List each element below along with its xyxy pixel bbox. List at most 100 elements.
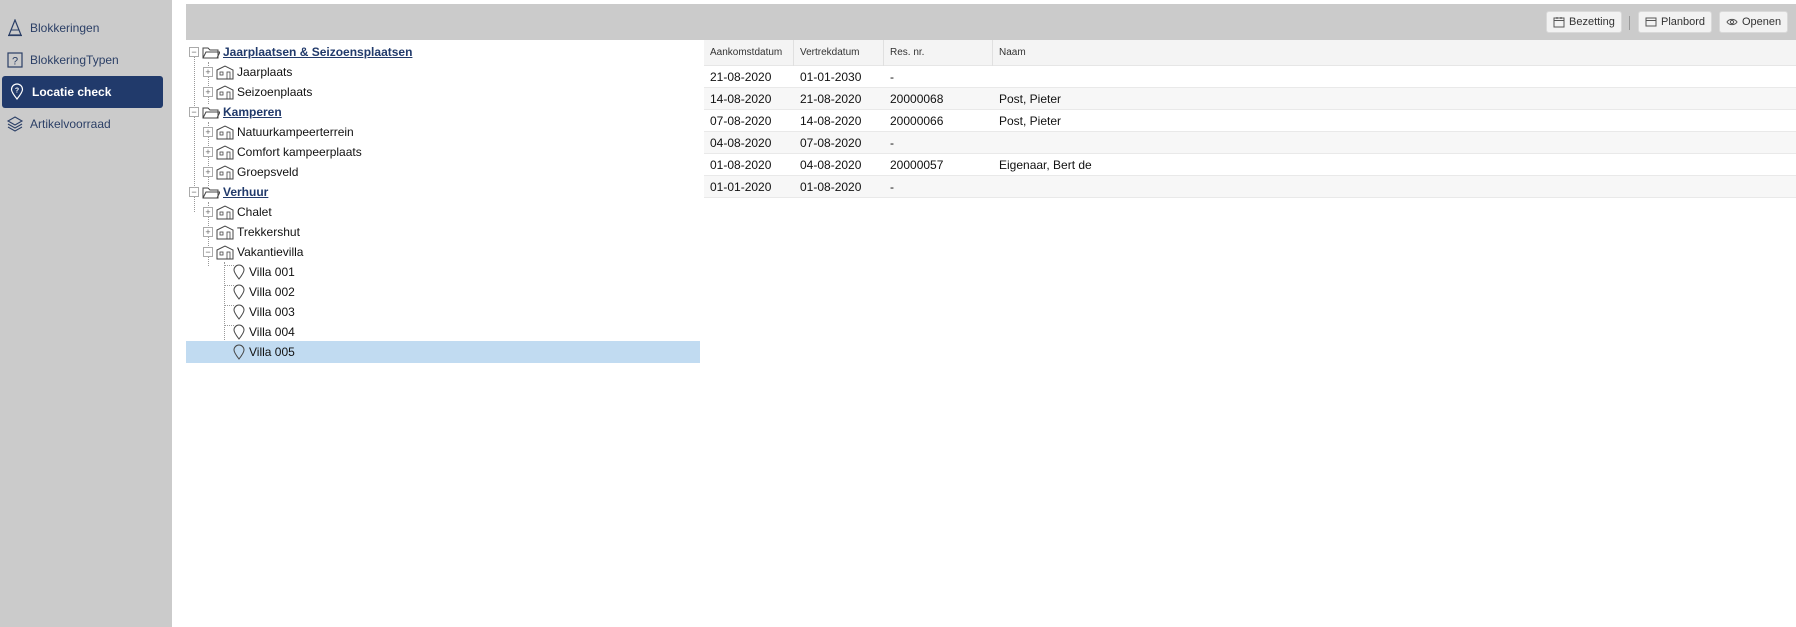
table-cell: 01-01-2030: [800, 70, 862, 84]
table-cell: [993, 176, 999, 198]
tree-node[interactable]: + Chalet: [203, 201, 272, 223]
tree-group[interactable]: − Verhuur: [189, 181, 268, 203]
table-row[interactable]: 21-08-2020 01-01-2030 -: [704, 66, 1796, 88]
sidebar: Blokkeringen ? BlokkeringTypen ? Locatie…: [0, 0, 172, 627]
bezetting-button[interactable]: Bezetting: [1546, 11, 1622, 33]
expand-toggle[interactable]: +: [203, 167, 213, 177]
column-header-naam[interactable]: Naam: [993, 40, 1796, 66]
question-box-icon: ?: [6, 51, 24, 69]
tree-node-label: Seizoenplaats: [237, 85, 313, 99]
tree-group-label[interactable]: Jaarplaatsen & Seizoensplaatsen: [223, 45, 412, 59]
tree-node[interactable]: + Jaarplaats: [203, 61, 292, 83]
table-cell: 20000057: [890, 158, 944, 172]
tree-group[interactable]: − Jaarplaatsen & Seizoensplaatsen: [189, 41, 412, 63]
tree-leaf-label: Villa 001: [249, 265, 295, 279]
expand-toggle[interactable]: +: [203, 127, 213, 137]
collapse-toggle[interactable]: −: [203, 247, 213, 257]
tree-leaf[interactable]: Villa 004: [232, 321, 295, 343]
sidebar-item-label: Artikelvoorraad: [30, 117, 111, 131]
tree-group[interactable]: − Kamperen: [189, 101, 282, 123]
location-pin-icon: [232, 284, 246, 300]
table-cell: 07-08-2020: [710, 114, 772, 128]
app-root: Blokkeringen ? BlokkeringTypen ? Locatie…: [0, 0, 1796, 627]
sidebar-item-label: Blokkeringen: [30, 21, 100, 35]
cone-icon: [6, 19, 24, 37]
table-cell: 20000066: [890, 114, 944, 128]
location-pin-icon: ?: [8, 83, 26, 101]
bezetting-label: Bezetting: [1569, 16, 1615, 28]
tree-leaf-selected[interactable]: Villa 005: [186, 341, 700, 363]
expand-toggle[interactable]: +: [203, 87, 213, 97]
column-header-res-nr[interactable]: Res. nr.: [884, 40, 993, 66]
svg-text:?: ?: [12, 56, 18, 68]
tree-leaf[interactable]: Villa 002: [232, 281, 295, 303]
sidebar-item-locatie-check[interactable]: ? Locatie check: [2, 76, 163, 108]
tree-node[interactable]: + Trekkershut: [203, 221, 300, 243]
building-icon: [216, 164, 234, 180]
tree-leaf[interactable]: Villa 003: [232, 301, 295, 323]
sidebar-item-artikelvoorraad[interactable]: Artikelvoorraad: [0, 108, 163, 140]
building-icon: [216, 64, 234, 80]
building-icon: [216, 84, 234, 100]
expand-toggle[interactable]: +: [203, 207, 213, 217]
table-cell: 21-08-2020: [800, 92, 862, 106]
table-body: 21-08-2020 01-01-2030 - 14-08-2020 21-08-202…: [704, 66, 1796, 198]
table-row[interactable]: 01-08-2020 04-08-2020 20000057 Eigenaar, Be…: [704, 154, 1796, 176]
location-pin-icon: [232, 344, 246, 360]
toolbar: Bezetting Planbord Openen: [186, 4, 1796, 40]
tree-node[interactable]: + Seizoenplaats: [203, 81, 312, 103]
collapse-toggle[interactable]: −: [189, 47, 199, 57]
table-row[interactable]: 01-01-2020 01-08-2020 -: [704, 176, 1796, 198]
building-icon: [216, 224, 234, 240]
tree-node-label: Jaarplaats: [237, 65, 293, 79]
table-cell: [993, 132, 999, 154]
planbord-button[interactable]: Planbord: [1638, 11, 1713, 33]
table-row[interactable]: 07-08-2020 14-08-2020 20000066 Post, Pieter: [704, 110, 1796, 132]
collapse-toggle[interactable]: −: [189, 107, 199, 117]
table-cell: 01-08-2020: [800, 180, 862, 194]
table-cell: -: [890, 70, 894, 84]
column-header-vertrekdatum[interactable]: Vertrekdatum: [794, 40, 884, 66]
calendar-icon: [1553, 17, 1565, 28]
table-cell: Post, Pieter: [999, 92, 1062, 106]
table-cell: Post, Pieter: [999, 114, 1062, 128]
openen-button[interactable]: Openen: [1719, 11, 1789, 33]
expand-toggle[interactable]: +: [203, 227, 213, 237]
table-cell: 01-01-2020: [710, 180, 772, 194]
table-cell: 14-08-2020: [710, 92, 772, 106]
building-icon: [216, 204, 234, 220]
tree-node[interactable]: − Vakantievilla: [203, 241, 303, 263]
column-header-aankomstdatum[interactable]: Aankomstdatum: [704, 40, 794, 66]
folder-open-icon: [202, 104, 220, 120]
tree-node-label: Trekkershut: [237, 225, 300, 239]
expand-toggle[interactable]: +: [203, 147, 213, 157]
board-icon: [1645, 17, 1657, 27]
location-pin-icon: [232, 264, 246, 280]
svg-text:?: ?: [15, 88, 19, 95]
expand-toggle[interactable]: +: [203, 67, 213, 77]
tree-leaf[interactable]: Villa 001: [232, 261, 295, 283]
tree-leaf-label: Villa 003: [249, 305, 295, 319]
tree-node[interactable]: + Natuurkampeerterrein: [203, 121, 354, 143]
eye-icon: [1726, 18, 1738, 26]
sidebar-item-blokkeringen[interactable]: Blokkeringen: [0, 12, 163, 44]
tree-group-label[interactable]: Verhuur: [223, 185, 268, 199]
table-cell: 20000068: [890, 92, 944, 106]
tree-node[interactable]: + Groepsveld: [203, 161, 298, 183]
reservations-table: Aankomstdatum Vertrekdatum Res. nr. Naam…: [704, 40, 1796, 198]
sidebar-item-blokkeringtypen[interactable]: ? BlokkeringTypen: [0, 44, 163, 76]
tree-node[interactable]: + Comfort kampeerplaats: [203, 141, 362, 163]
tree-node-label: Natuurkampeerterrein: [237, 125, 354, 139]
table-row[interactable]: 14-08-2020 21-08-2020 20000068 Post, Pieter: [704, 88, 1796, 110]
toolbar-divider: [1629, 16, 1630, 30]
tree-node-label: Vakantievilla: [237, 245, 304, 259]
building-icon: [216, 124, 234, 140]
building-icon: [216, 244, 234, 260]
tree-node-label: Chalet: [237, 205, 272, 219]
tree-group-label[interactable]: Kamperen: [223, 105, 282, 119]
table-cell: -: [890, 180, 894, 194]
table-row[interactable]: 04-08-2020 07-08-2020 -: [704, 132, 1796, 154]
collapse-toggle[interactable]: −: [189, 187, 199, 197]
openen-label: Openen: [1742, 16, 1782, 28]
table-header: Aankomstdatum Vertrekdatum Res. nr. Naam: [704, 40, 1796, 66]
